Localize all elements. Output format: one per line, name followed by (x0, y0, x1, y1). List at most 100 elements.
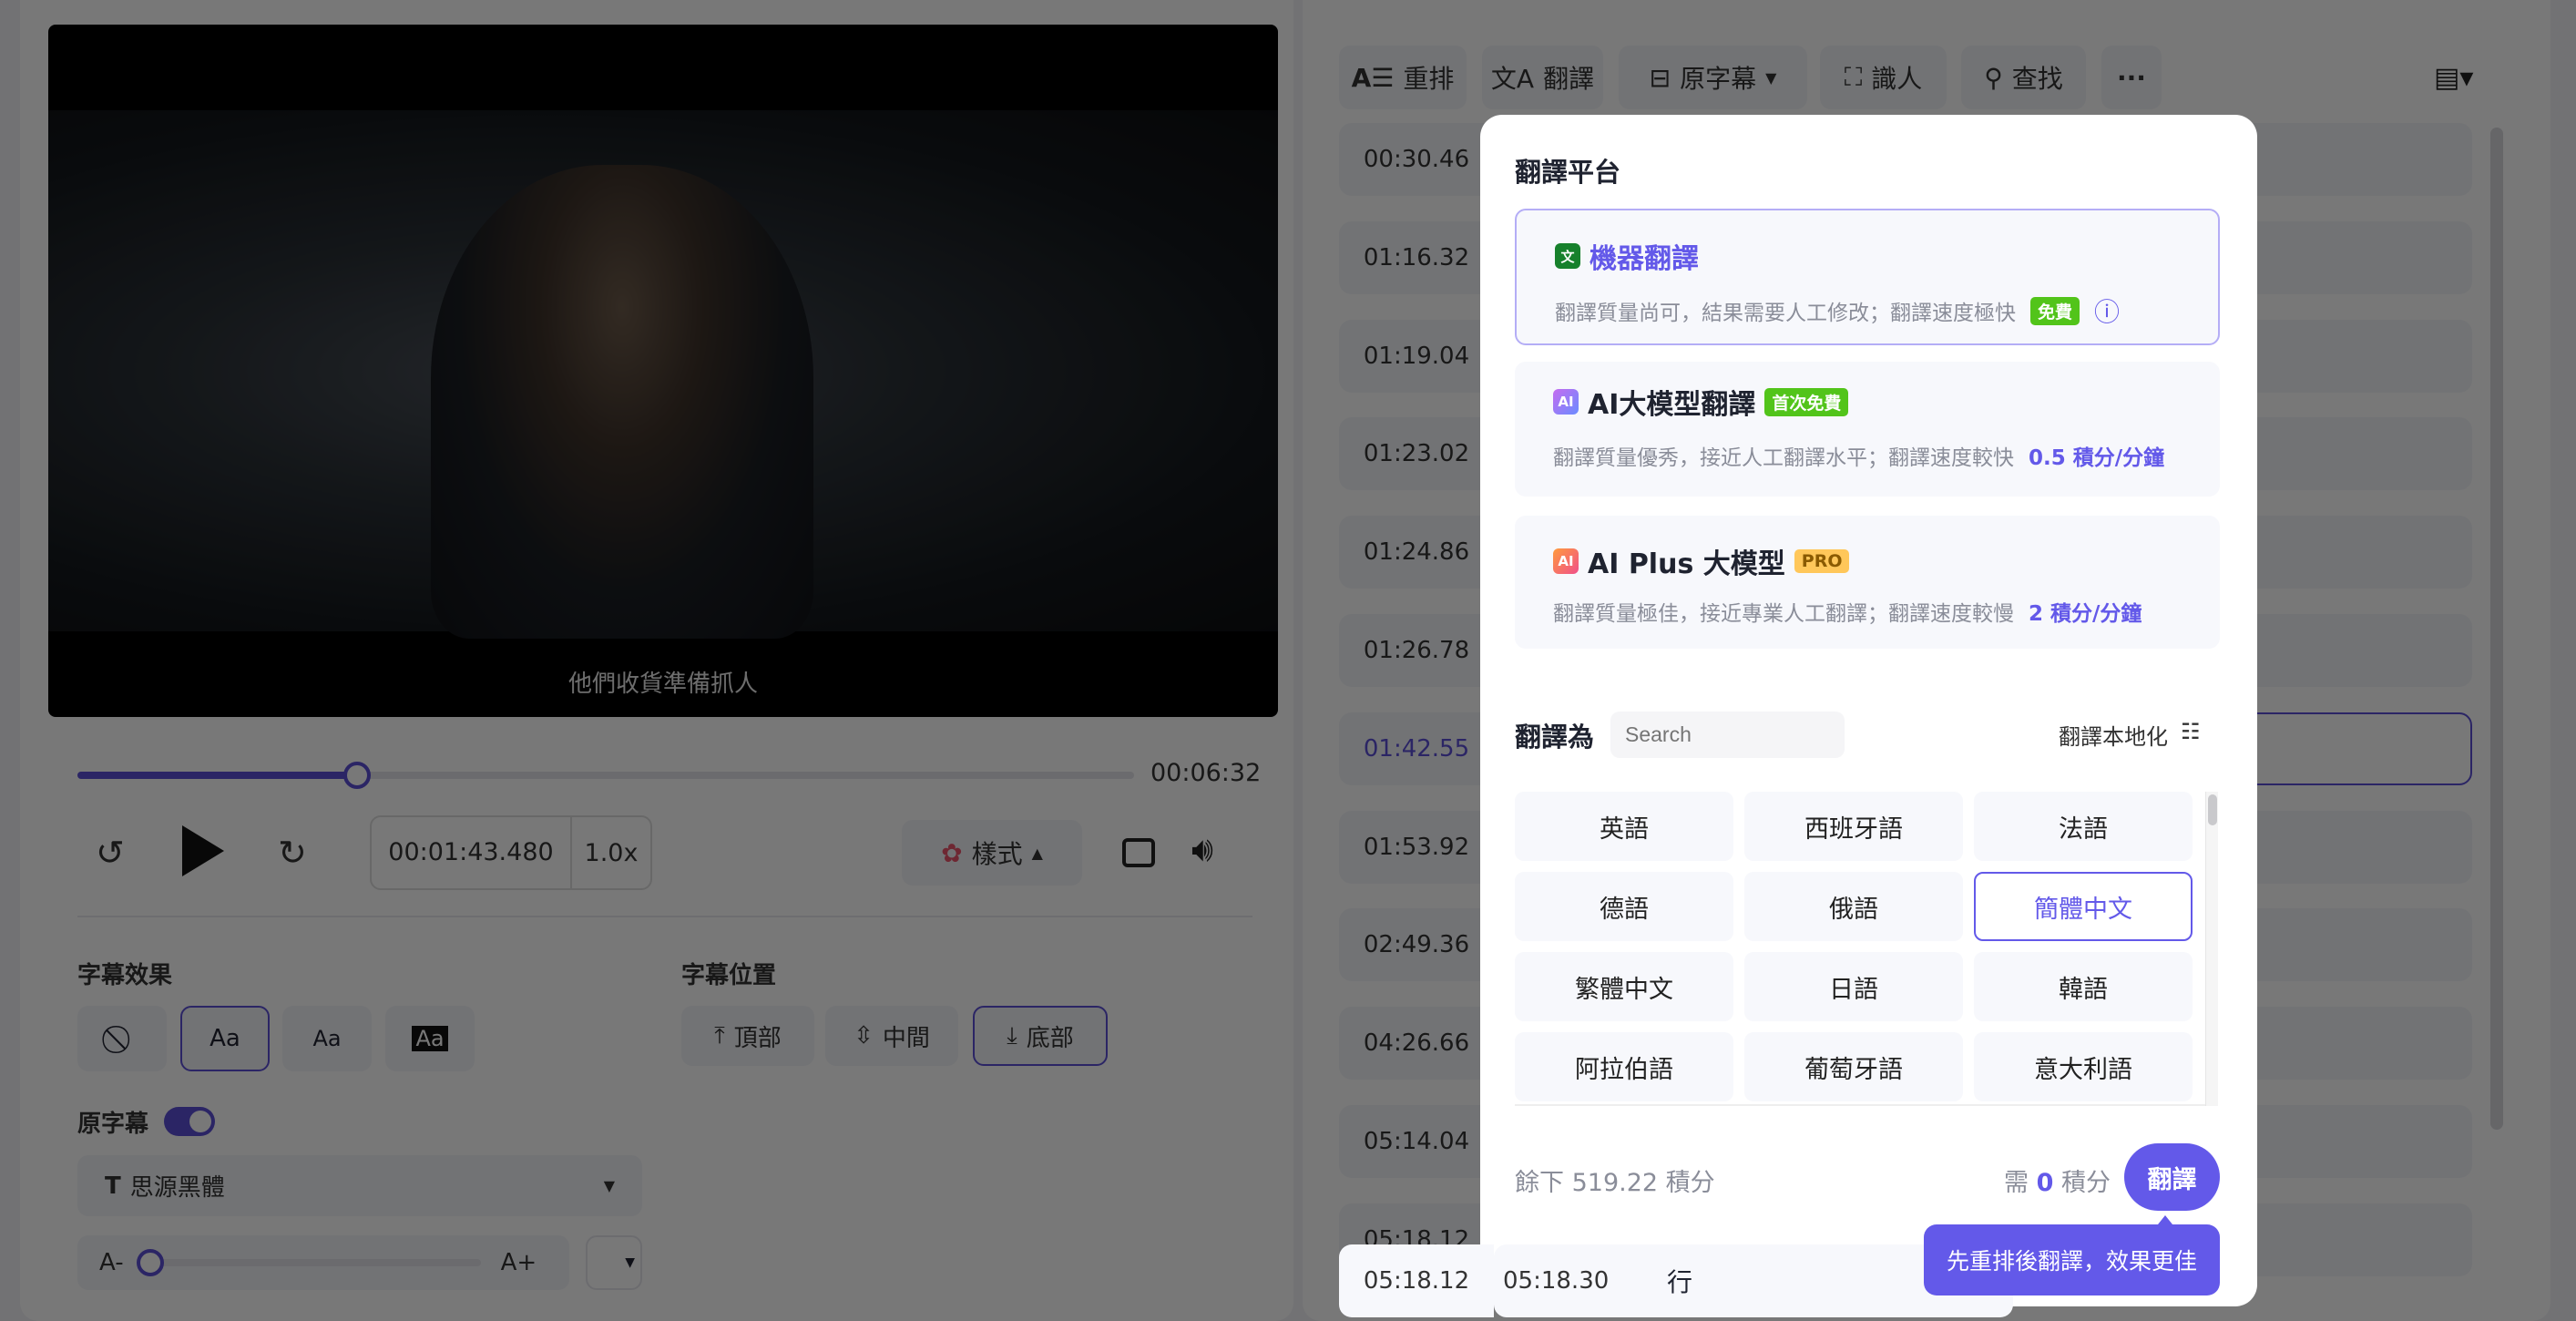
style-label: 樣式 (971, 839, 1023, 869)
platform-name: AI大模型翻譯 (1588, 389, 1756, 421)
language-option[interactable]: 法語 (1974, 792, 2193, 861)
row-start: 05:18.12 (1339, 1244, 1494, 1317)
text-icon: T (105, 1172, 121, 1200)
language-option[interactable]: 阿拉伯語 (1515, 1032, 1733, 1101)
language-option[interactable]: 英語 (1515, 792, 1733, 861)
original-subtitle-toggle[interactable] (164, 1107, 215, 1136)
language-search-input[interactable] (1610, 712, 1845, 758)
row-start-time[interactable]: 01:19.04 (1339, 319, 1494, 393)
effect-label-bg: Aa (412, 1026, 448, 1051)
language-option[interactable]: 韓語 (1974, 952, 2193, 1021)
required-credits: 需 0 積分 (2004, 1162, 2111, 1198)
language-option[interactable]: 德語 (1515, 872, 1733, 941)
modal-title: 翻譯平台 (1515, 157, 1621, 188)
row-text[interactable]: 行 (1667, 1263, 1692, 1299)
row-start-time[interactable]: 00:30.46 (1339, 123, 1494, 196)
effect-none-button[interactable]: ⃠ (77, 1006, 167, 1071)
reflow-icon: A☰ (1351, 62, 1395, 93)
language-option[interactable]: 日語 (1744, 952, 1963, 1021)
arrow-top-icon: ⤒ (714, 1021, 725, 1050)
row-start-time[interactable]: 01:26.78 (1339, 614, 1494, 687)
position-label: 字幕位置 (681, 962, 777, 989)
rewind-icon[interactable]: ↺ (96, 833, 125, 873)
free-badge: 免費 (2030, 296, 2080, 325)
forward-icon[interactable]: ↻ (278, 833, 307, 873)
toolbar-original-button[interactable]: ⊟ 原字幕 ▼ (1619, 46, 1807, 109)
language-option[interactable]: 繁體中文 (1515, 952, 1733, 1021)
progress-slider[interactable] (77, 762, 1134, 789)
platform-price: 0.5 積分/分鐘 (2029, 446, 2165, 470)
video-frame (48, 110, 1278, 639)
localization-settings[interactable]: 翻譯本地化 ☷ (2059, 719, 2201, 751)
original-subtitle-label: 原字幕 (77, 1111, 149, 1138)
row-start-time[interactable]: 01:23.02 (1339, 417, 1494, 491)
translate-submit-button[interactable]: 翻譯 (2124, 1143, 2220, 1211)
progress-fill (77, 772, 358, 779)
position-middle-button[interactable]: ⇳ 中間 (825, 1006, 958, 1066)
speed-select[interactable]: 1.0x (572, 839, 650, 867)
subtitle-row[interactable]: 05:18.12 05:18.30 行 (1339, 1244, 2013, 1317)
toolbar-more-button[interactable]: ··· (2101, 46, 2162, 109)
platform-ai-plus[interactable]: AI AI Plus 大模型 PRO 翻譯質量極佳，接近專業人工翻譯；翻譯速度較慢 2… (1515, 516, 2220, 649)
font-size-knob[interactable] (137, 1249, 165, 1276)
language-option[interactable]: 意大利語 (1974, 1032, 2193, 1101)
effect-shadow-button[interactable]: Aa (282, 1006, 372, 1071)
divider (77, 916, 1252, 917)
language-option[interactable]: 俄語 (1744, 872, 1963, 941)
size-plus[interactable]: A+ (501, 1249, 537, 1276)
row-end[interactable]: 05:18.30 (1503, 1267, 1640, 1295)
platform-machine[interactable]: 文機器翻譯 翻譯質量尚可，結果需要人工修改；翻譯速度極快 免費 ⓘ (1515, 209, 2220, 345)
toolbar-label: 重排 (1403, 64, 1455, 94)
ai-icon: AI (1553, 389, 1579, 415)
tooltip-text: 先重排後翻譯，效果更佳 (1946, 1248, 2197, 1275)
translate-modal: 翻譯平台 文機器翻譯 翻譯質量尚可，結果需要人工修改；翻譯速度極快 免費 ⓘ AI A… (1339, 115, 2257, 1317)
row-start-time[interactable]: 05:14.04 (1339, 1105, 1494, 1178)
effect-outline-button[interactable]: Aa (180, 1006, 270, 1071)
machine-translate-icon: 文 (1555, 243, 1580, 269)
layout-view-icon[interactable]: ▤▾ (2434, 62, 2473, 94)
subtitle-icon: ⊟ (1649, 62, 1671, 93)
language-option[interactable]: 西班牙語 (1744, 792, 1963, 861)
toolbar-find-button[interactable]: ⚲ 查找 (1961, 46, 2086, 109)
toolbar-translate-button[interactable]: 文A 翻譯 (1482, 46, 1603, 109)
list-scrollbar[interactable] (2490, 128, 2503, 1130)
info-icon[interactable]: ⓘ (2094, 292, 2120, 329)
toolbar-reflow-button[interactable]: A☰ 重排 (1339, 46, 1467, 109)
language-option[interactable]: 葡萄牙語 (1744, 1032, 1963, 1101)
style-button[interactable]: ✿ 樣式 ▲ (902, 820, 1082, 886)
row-start-time[interactable]: 01:42.55 (1339, 712, 1494, 785)
remaining-credits: 餘下 519.22 積分 (1515, 1169, 1715, 1197)
language-option[interactable]: 簡體中文 (1974, 872, 2193, 941)
video-player[interactable]: 他們收貨準備抓人 (48, 25, 1278, 717)
position-bottom-button[interactable]: ⤓ 底部 (973, 1006, 1108, 1066)
font-name: 思源黑體 (129, 1174, 225, 1202)
row-start-time[interactable]: 01:16.32 (1339, 220, 1494, 294)
platform-ai[interactable]: AI AI大模型翻譯 首次免費 翻譯質量優秀，接近人工翻譯水平；翻譯速度較快 0.5 … (1515, 362, 2220, 497)
row-start-time[interactable]: 01:53.92 (1339, 810, 1494, 884)
row-start-time[interactable]: 01:24.86 (1339, 516, 1494, 589)
volume-icon[interactable]: 🔊︎ (1191, 829, 1213, 870)
effect-background-button[interactable]: Aa (385, 1006, 475, 1071)
position-middle-label: 中間 (882, 1024, 930, 1052)
need-value: 0 (2036, 1169, 2054, 1197)
face-scan-icon: ⛶ (1844, 62, 1863, 92)
row-start-time[interactable]: 04:26.66 (1339, 1007, 1494, 1080)
toolbar-label: 翻譯 (1543, 64, 1595, 94)
platform-desc: 翻譯質量極佳，接近專業人工翻譯；翻譯速度較慢 (1553, 602, 2014, 626)
fullscreen-icon[interactable] (1122, 838, 1155, 867)
language-grid: 英語 西班牙語 法語德語 俄語 簡體中文繁體中文 日語 韓語阿拉伯語 葡萄牙語 意大利語 (1515, 792, 2207, 1106)
size-minus[interactable]: A- (99, 1249, 124, 1276)
caret-down-icon: ▼ (1765, 68, 1777, 87)
play-icon[interactable] (182, 825, 224, 876)
pro-badge: PRO (1794, 549, 1850, 573)
font-select[interactable]: T 思源黑體 ▼ (77, 1155, 642, 1216)
font-size-slider[interactable] (137, 1249, 481, 1276)
toolbar-identify-button[interactable]: ⛶ 識人 (1820, 46, 1947, 109)
position-top-button[interactable]: ⤒ 頂部 (681, 1006, 814, 1066)
current-time[interactable]: 00:01:43.480 (372, 816, 572, 889)
row-start-time[interactable]: 02:49.36 (1339, 908, 1494, 982)
position-top-label: 頂部 (733, 1024, 782, 1052)
font-size-dropdown[interactable]: ▼ (586, 1235, 642, 1290)
language-scrollbar[interactable] (2205, 792, 2218, 1106)
more-icon: ··· (2117, 62, 2146, 93)
